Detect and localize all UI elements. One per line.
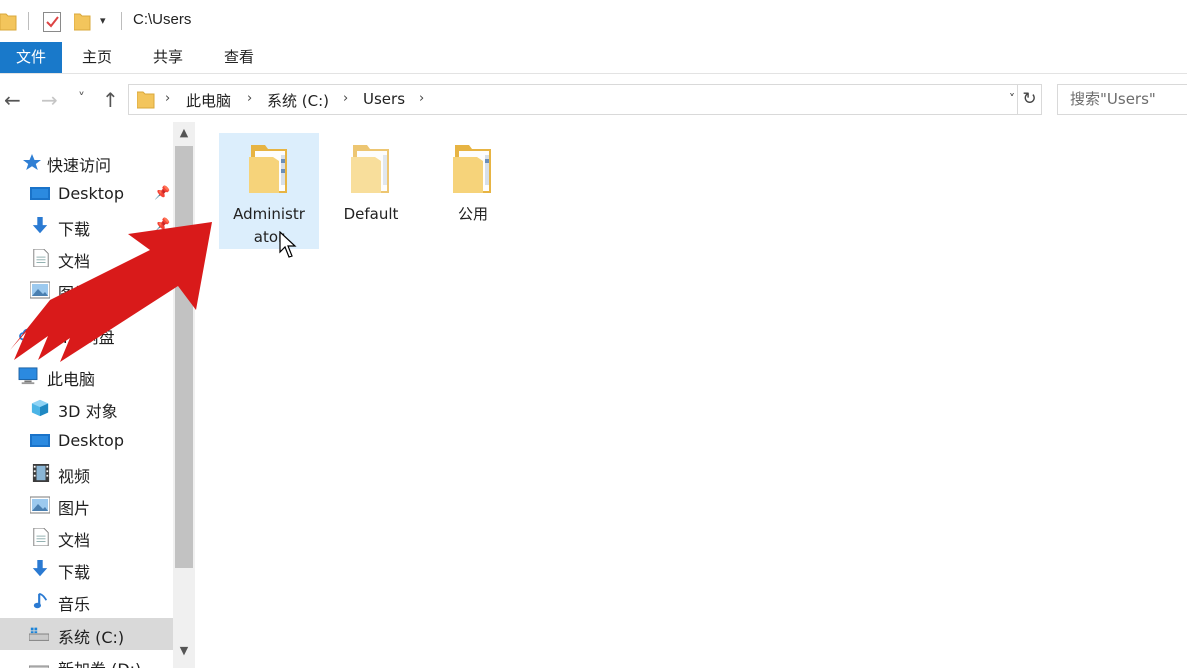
cube-icon: [31, 399, 49, 417]
sidebar-item-system-c[interactable]: 系统 (C:): [0, 618, 173, 650]
download-icon: [32, 560, 48, 577]
sidebar-item-label: 视频: [58, 467, 91, 486]
desktop-icon: [30, 187, 50, 200]
sidebar-item-quick-access[interactable]: 快速访问: [0, 146, 173, 178]
music-icon: [33, 592, 48, 609]
sidebar-item-documents[interactable]: 文档: [0, 521, 173, 553]
document-icon: [33, 528, 49, 546]
navigation-bar: ← → ˅ ↑ › 此电脑 › 系统 (C:) › Users › ˅ ↻ 搜索…: [0, 78, 1187, 122]
sidebar-item-videos[interactable]: 视频: [0, 457, 173, 489]
customize-toolbar-icon[interactable]: ▾: [100, 14, 106, 27]
address-dropdown-icon[interactable]: ˅: [1009, 92, 1015, 106]
sidebar-item-3d-objects[interactable]: 3D 对象: [0, 392, 173, 424]
breadcrumb-users[interactable]: Users: [363, 90, 405, 108]
recent-locations-button[interactable]: ˅: [78, 91, 85, 107]
file-name: 公用: [457, 205, 488, 223]
refresh-button[interactable]: ↻: [1018, 84, 1042, 115]
breadcrumb-separator: ›: [419, 91, 425, 106]
tab-home[interactable]: 主页: [68, 42, 126, 73]
sidebar-item-pictures[interactable]: 图片: [0, 489, 173, 521]
up-button[interactable]: ↑: [102, 88, 119, 112]
navigation-pane: 快速访问 Desktop 📌 下载 📌 文档 图片 WPS网盘 此电脑 3D 对…: [0, 122, 173, 668]
folder-icon: [453, 145, 491, 193]
folder-icon: [137, 91, 155, 109]
annotation-arrow-icon: [10, 222, 212, 362]
sidebar-item-desktop[interactable]: Desktop: [0, 425, 173, 457]
scroll-up-icon[interactable]: ▲: [173, 126, 195, 139]
file-list: Administr ator Default 公用: [195, 122, 1187, 668]
new-folder-icon[interactable]: [74, 11, 92, 31]
breadcrumb-separator: ›: [343, 91, 349, 106]
drive-icon: [29, 627, 49, 641]
desktop-icon: [30, 434, 50, 447]
sidebar-item-downloads[interactable]: 下载: [0, 553, 173, 585]
pin-icon: 📌: [154, 186, 171, 201]
tab-share[interactable]: 共享: [139, 42, 197, 73]
sidebar-item-label: 新加卷 (D:): [58, 656, 141, 668]
tab-file[interactable]: 文件: [0, 42, 62, 73]
sidebar-item-volume-d[interactable]: 新加卷 (D:): [0, 650, 173, 668]
sidebar-item-label: Desktop: [58, 184, 124, 203]
sidebar-item-label: 文档: [58, 531, 91, 550]
tab-view[interactable]: 查看: [210, 42, 268, 73]
file-name: Administr ator: [233, 205, 305, 246]
sidebar-item-label: 3D 对象: [58, 402, 118, 421]
sidebar-item-music[interactable]: 音乐: [0, 585, 173, 617]
properties-icon[interactable]: [43, 12, 61, 32]
ribbon-tabs: 文件 主页 共享 查看: [0, 42, 1187, 74]
sidebar-item-label: 图片: [58, 499, 91, 518]
star-icon: [23, 154, 41, 170]
sidebar-item-label: Desktop: [58, 431, 124, 450]
sidebar-item-label: 系统 (C:): [58, 628, 125, 647]
folder-icon: [0, 13, 17, 31]
folder-item-administrator[interactable]: Administr ator: [219, 133, 319, 249]
scroll-down-icon[interactable]: ▼: [173, 644, 195, 657]
folder-icon: [351, 145, 389, 193]
breadcrumb-this-pc[interactable]: 此电脑: [186, 90, 231, 111]
search-input[interactable]: 搜索"Users": [1057, 84, 1187, 115]
picture-icon: [30, 496, 50, 514]
sidebar-item-label: 快速访问: [47, 156, 112, 175]
breadcrumb-system-c[interactable]: 系统 (C:): [267, 90, 329, 111]
video-icon: [32, 464, 50, 482]
mouse-cursor-icon: [279, 231, 297, 258]
window-title: C:\Users: [133, 11, 192, 28]
drive-icon: [29, 665, 49, 668]
title-bar: ▾ C:\Users: [0, 0, 1187, 42]
sidebar-item-label: 音乐: [58, 595, 91, 614]
folder-icon: [249, 145, 287, 193]
breadcrumb-separator: ›: [247, 91, 253, 106]
sidebar-item-label: 下载: [58, 563, 91, 582]
folder-item-public[interactable]: 公用: [423, 133, 523, 249]
toolbar-separator: [28, 12, 29, 30]
forward-button[interactable]: →: [41, 88, 58, 112]
folder-item-default[interactable]: Default: [321, 133, 421, 249]
file-name: Default: [343, 205, 399, 223]
breadcrumb-separator: ›: [165, 91, 171, 106]
toolbar-separator: [121, 12, 122, 30]
sidebar-item-desktop-pinned[interactable]: Desktop 📌: [0, 178, 173, 210]
back-button[interactable]: ←: [4, 88, 21, 112]
sidebar-scrollbar[interactable]: ▲ ▼: [173, 122, 195, 668]
address-bar[interactable]: › 此电脑 › 系统 (C:) › Users › ˅: [128, 84, 1018, 115]
